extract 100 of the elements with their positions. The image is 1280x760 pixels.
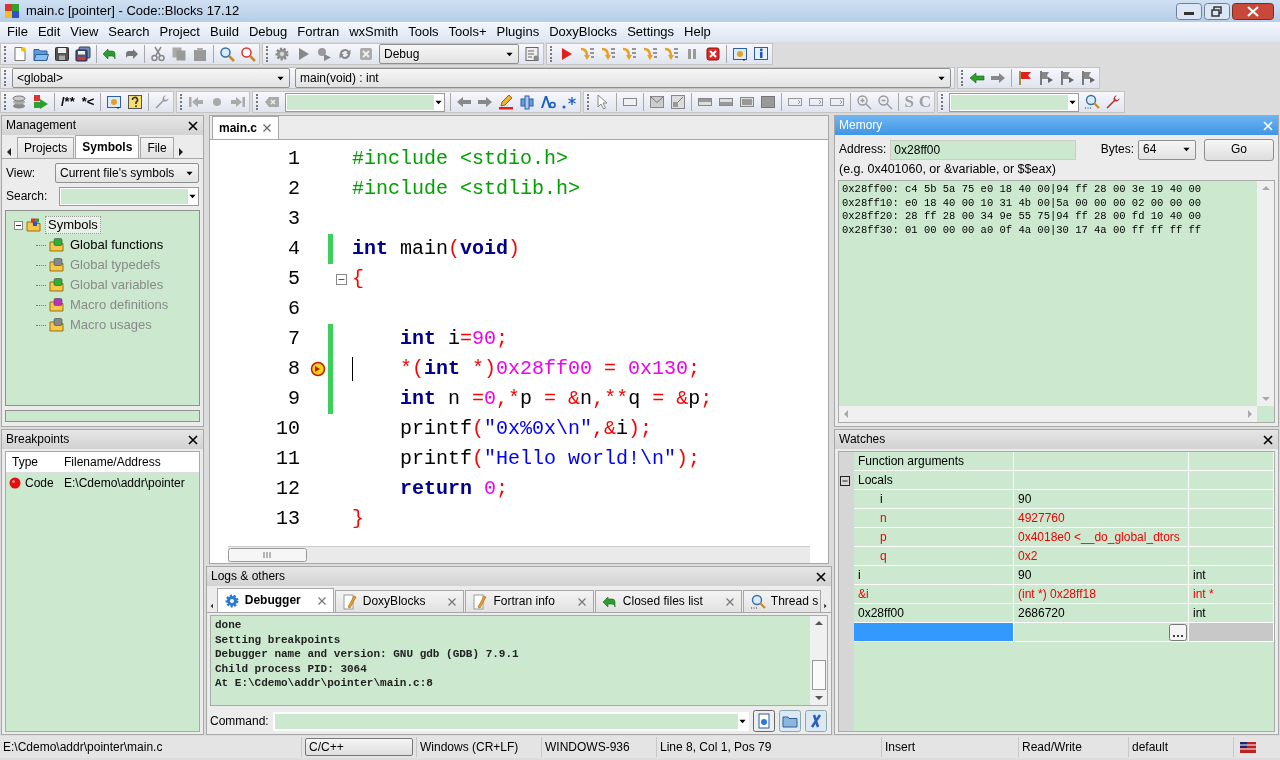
- magnifier-icon[interactable]: [240, 46, 256, 62]
- bytes-dropdown[interactable]: 64: [1138, 139, 1196, 160]
- highlighter-icon[interactable]: [498, 94, 515, 110]
- folder-icon[interactable]: [33, 46, 49, 62]
- panel-icon[interactable]: [739, 94, 756, 110]
- copy-icon[interactable]: [171, 46, 187, 62]
- regex-icon[interactable]: [561, 94, 578, 110]
- panel-icon[interactable]: [760, 94, 777, 110]
- tab[interactable]: DoxyBlocks: [334, 590, 465, 612]
- menu-item[interactable]: Fortran: [292, 24, 345, 40]
- vertical-scrollbar[interactable]: [810, 616, 827, 705]
- help-icon[interactable]: [127, 94, 144, 110]
- menu-item[interactable]: Project: [154, 24, 205, 40]
- font-icon[interactable]: [540, 94, 557, 110]
- tab[interactable]: File: [140, 137, 174, 158]
- address-field[interactable]: 0x28ff00: [890, 139, 1077, 160]
- horizontal-scrollbar[interactable]: [228, 546, 810, 563]
- menu-item[interactable]: File: [2, 24, 33, 40]
- clipboard-icon[interactable]: [192, 46, 208, 62]
- clear-icon[interactable]: [804, 710, 827, 732]
- menu-item[interactable]: Build: [205, 24, 244, 40]
- cross-icon[interactable]: [358, 46, 374, 62]
- redo-icon[interactable]: [123, 46, 139, 62]
- view-dropdown[interactable]: Current file's symbols: [55, 163, 199, 183]
- menu-item[interactable]: Edit: [32, 24, 66, 40]
- column-header[interactable]: Type: [6, 454, 58, 470]
- menu-item[interactable]: DoxyBlocks: [544, 24, 623, 40]
- list-window-icon[interactable]: [524, 46, 540, 62]
- go-button[interactable]: Go: [1204, 138, 1274, 161]
- back-arrow-icon[interactable]: [969, 70, 985, 86]
- tree-item[interactable]: Global functions: [68, 237, 166, 253]
- menu-item[interactable]: Settings: [622, 24, 680, 40]
- flag-icon[interactable]: [1017, 70, 1033, 86]
- zoom-in-icon[interactable]: [856, 94, 873, 110]
- menu-item[interactable]: Search: [103, 24, 155, 40]
- search-field[interactable]: [59, 187, 199, 206]
- back-arrow-icon[interactable]: [456, 94, 473, 110]
- restore-icon[interactable]: [1204, 2, 1230, 20]
- step-arrow-icon[interactable]: [642, 46, 658, 62]
- build-target-dropdown[interactable]: Debug: [379, 44, 519, 64]
- envelope-icon[interactable]: [649, 94, 666, 110]
- page-gear-icon[interactable]: [752, 710, 775, 732]
- comment-button[interactable]: /**: [60, 94, 76, 110]
- search-dropdown[interactable]: [285, 92, 446, 112]
- window-icon[interactable]: [732, 46, 748, 62]
- collapse-icon[interactable]: [14, 220, 23, 230]
- gear-icon[interactable]: [274, 46, 290, 62]
- menu-item[interactable]: wxSmith: [344, 24, 404, 40]
- menu-item[interactable]: Plugins: [491, 24, 545, 40]
- wrench-icon[interactable]: [1105, 94, 1122, 110]
- scissors-icon[interactable]: [150, 46, 166, 62]
- scroll-down-icon[interactable]: [813, 694, 824, 702]
- close-icon[interactable]: [187, 433, 199, 446]
- fold-icon[interactable]: [335, 273, 347, 285]
- menu-item[interactable]: View: [65, 24, 104, 40]
- scroll-thumb-icon[interactable]: [228, 548, 308, 562]
- filter-dropdown[interactable]: [949, 92, 1080, 112]
- flag-arrow-icon[interactable]: [1038, 70, 1054, 86]
- document-tab[interactable]: main.c: [212, 116, 279, 139]
- disks-icon[interactable]: [75, 46, 91, 62]
- search-icon[interactable]: [219, 46, 235, 62]
- step-arrow-icon[interactable]: [621, 46, 637, 62]
- frame-icon[interactable]: [670, 94, 687, 110]
- blocks-play-icon[interactable]: [33, 94, 49, 110]
- close-icon[interactable]: [1232, 2, 1274, 20]
- menu-item[interactable]: Debug: [243, 24, 293, 40]
- more-icon[interactable]: [1169, 623, 1187, 641]
- spool-icon[interactable]: [519, 94, 536, 110]
- close-icon[interactable]: [1262, 433, 1274, 446]
- comment-button[interactable]: *<: [80, 94, 96, 110]
- command-field[interactable]: [272, 711, 749, 731]
- undo-icon[interactable]: [102, 46, 118, 62]
- close-icon[interactable]: [815, 570, 827, 583]
- menu-item[interactable]: Help: [679, 24, 716, 40]
- minimize-icon[interactable]: [1176, 2, 1202, 20]
- input-field[interactable]: [854, 623, 1014, 642]
- flag-arrow-icon[interactable]: [1059, 70, 1075, 86]
- jump-start-icon[interactable]: [188, 94, 205, 110]
- tab[interactable]: Closed files list: [594, 590, 742, 612]
- gear-play-icon[interactable]: [316, 46, 332, 62]
- tab[interactable]: Thread s: [742, 590, 822, 612]
- stack-icon[interactable]: [12, 94, 28, 110]
- step-arrow-icon[interactable]: [579, 46, 595, 62]
- collapse-icon[interactable]: [840, 475, 850, 486]
- forward-arrow-icon[interactable]: [477, 94, 494, 110]
- tab[interactable]: Fortran info: [465, 590, 594, 612]
- tree-item[interactable]: Symbols: [45, 216, 101, 234]
- column-header[interactable]: Filename/Address: [58, 454, 199, 470]
- language-button[interactable]: C/C++: [305, 738, 413, 756]
- menu-item[interactable]: Tools: [403, 24, 444, 40]
- tag-icon[interactable]: [264, 94, 281, 110]
- window-icon[interactable]: [106, 94, 123, 110]
- refresh-icon[interactable]: [337, 46, 353, 62]
- tab[interactable]: Debugger: [216, 588, 334, 612]
- stop-icon[interactable]: [705, 46, 721, 62]
- wrench-icon[interactable]: [154, 94, 171, 110]
- jump-end-icon[interactable]: [230, 94, 247, 110]
- function-dropdown[interactable]: main(void) : int: [295, 68, 951, 88]
- forward-arrow-icon[interactable]: [990, 70, 1006, 86]
- scroll-up-icon[interactable]: [813, 619, 824, 627]
